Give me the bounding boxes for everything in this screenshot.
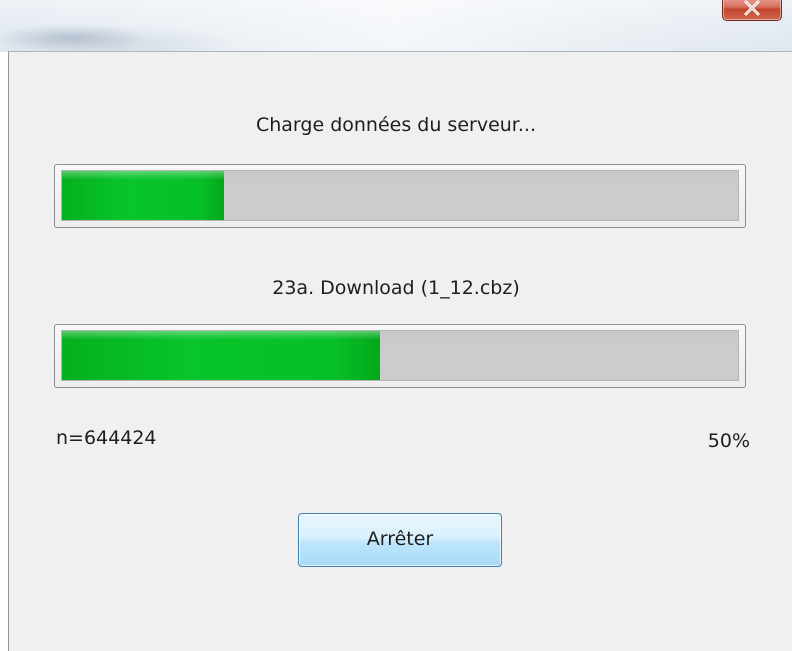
- title-bar-glow: [0, 0, 792, 52]
- file-download-label: 23a. Download (1_12.cbz): [272, 277, 520, 299]
- close-button[interactable]: [722, 0, 782, 21]
- byte-count-label: n=644424: [56, 427, 157, 449]
- progress-dialog: Charge données du serveur... 23a. Downlo…: [0, 0, 792, 651]
- title-bar[interactable]: [0, 0, 792, 52]
- percent-label: 50%: [707, 430, 750, 452]
- stop-button[interactable]: Arrêter: [298, 513, 502, 567]
- overall-progress-fill: [62, 171, 225, 220]
- close-icon: [744, 0, 760, 16]
- file-progress-fill: [62, 331, 380, 380]
- file-progress-bar: [54, 324, 746, 388]
- status-label: Charge données du serveur...: [255, 114, 536, 136]
- overall-progress-track: [61, 170, 739, 221]
- overall-progress-bar: [54, 164, 746, 228]
- file-progress-track: [61, 330, 739, 381]
